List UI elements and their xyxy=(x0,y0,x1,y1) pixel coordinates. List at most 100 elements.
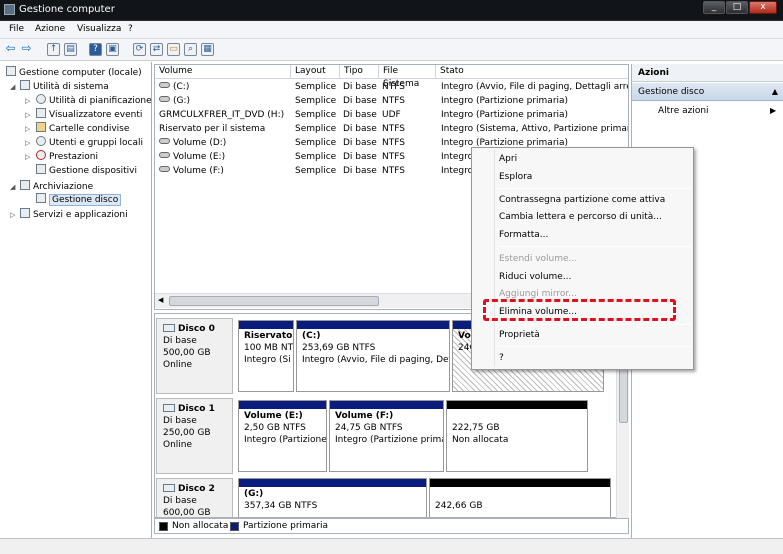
partition-g[interactable]: (G:) 357,34 GB NTFS xyxy=(238,478,427,517)
menu-view[interactable]: Visualizza xyxy=(77,24,121,34)
up-folder-icon[interactable]: ↑ xyxy=(47,43,60,56)
expand-shares-icon[interactable]: ▷ xyxy=(25,125,30,133)
col-status[interactable]: Stato xyxy=(436,65,628,79)
tree-events[interactable]: Visualizzatore eventi xyxy=(36,108,142,120)
tree-services[interactable]: Servizi e applicazioni xyxy=(20,208,128,220)
partition-size: 24,75 GB NTFS xyxy=(335,423,403,433)
expand-utilities-icon[interactable]: ◢ xyxy=(10,83,15,91)
properties-icon[interactable]: ▦ xyxy=(201,43,214,56)
legend-primary-swatch xyxy=(230,522,239,531)
menu-item-mark-active[interactable]: Contrassegna partizione come attiva xyxy=(499,195,665,205)
cell-layout: Semplice xyxy=(295,96,337,106)
context-menu: Apri Esplora Contrassegna partizione com… xyxy=(471,147,694,370)
partition-unallocated-2[interactable]: 242,66 GB xyxy=(429,478,611,517)
partition-name: (G:) xyxy=(244,489,264,499)
menu-item-add-mirror[interactable]: Aggiungi mirror... xyxy=(499,289,577,299)
col-layout[interactable]: Layout xyxy=(291,65,340,79)
cell-layout: Semplice xyxy=(295,138,337,148)
refresh-icon[interactable]: ⟳ xyxy=(133,43,146,56)
disk-icon xyxy=(163,324,175,332)
help-icon[interactable]: ? xyxy=(89,43,102,56)
expand-events-icon[interactable]: ▷ xyxy=(25,111,30,119)
window-title: Gestione computer xyxy=(19,4,115,15)
expand-storage-icon[interactable]: ◢ xyxy=(10,183,15,191)
cell-filesystem: NTFS xyxy=(382,138,405,148)
disk-size: 600,00 GB xyxy=(163,508,211,518)
disk-0-label[interactable]: Disco 0 Di base 500,00 GB Online xyxy=(156,318,233,394)
tree-shares-label: Cartelle condivise xyxy=(49,124,130,134)
tree-utilities[interactable]: Utilità di sistema xyxy=(20,80,109,92)
open-folder-icon[interactable]: ▭ xyxy=(167,43,180,56)
forward-icon[interactable]: ⇨ xyxy=(20,42,33,56)
menu-item-format[interactable]: Formatta... xyxy=(499,230,548,240)
tree-storage[interactable]: Archiviazione xyxy=(20,180,93,192)
connect-icon[interactable]: ⇄ xyxy=(150,43,163,56)
disk-icon xyxy=(163,404,175,412)
close-button[interactable]: x xyxy=(749,1,777,14)
expand-users-icon[interactable]: ▷ xyxy=(25,139,30,147)
primary-partition-bar xyxy=(330,401,443,409)
cell-volume: Volume (F:) xyxy=(173,166,224,176)
disk-status: Online xyxy=(163,360,193,370)
partition-unallocated-1[interactable]: 222,75 GB Non allocata xyxy=(446,400,588,472)
menu-item-change-letter[interactable]: Cambia lettera e percorso di unità... xyxy=(499,212,662,222)
col-filesystem[interactable]: File Sistema xyxy=(379,65,436,89)
legend-unallocated-label: Non allocata xyxy=(172,521,229,531)
shared-folder-icon xyxy=(36,122,46,132)
chevron-right-icon[interactable]: ▶ xyxy=(770,106,776,115)
tree-disk-management[interactable]: Gestione disco xyxy=(36,193,122,206)
expand-services-icon[interactable]: ▷ xyxy=(10,211,15,219)
partition-status: Integro (Partizione xyxy=(244,435,327,445)
clock-icon xyxy=(36,94,46,104)
console-icon[interactable]: ▣ xyxy=(106,43,119,56)
menu-action[interactable]: Azione xyxy=(35,24,65,34)
tree-shares[interactable]: Cartelle condivise xyxy=(36,122,129,134)
disk-1-label[interactable]: Disco 1 Di base 250,00 GB Online xyxy=(156,398,233,474)
menu-item-extend[interactable]: Estendi volume... xyxy=(499,254,577,264)
actions-section-disk-management[interactable]: Gestione disco ▲ xyxy=(632,83,783,101)
tree-root[interactable]: Gestione computer (locale) xyxy=(6,66,142,78)
menu-item-properties[interactable]: Proprietà xyxy=(499,330,540,340)
menu-item-help[interactable]: ? xyxy=(499,353,504,363)
partition-e[interactable]: Volume (E:) 2,50 GB NTFS Integro (Partizio… xyxy=(238,400,327,472)
expand-scheduler-icon[interactable]: ▷ xyxy=(25,97,30,105)
menu-file[interactable]: File xyxy=(9,24,24,34)
tree-scheduler[interactable]: Utilità di pianificazione xyxy=(36,94,152,106)
disk-name: Disco 2 xyxy=(178,484,215,494)
partition-f[interactable]: Volume (F:) 24,75 GB NTFS Integro (Partizi… xyxy=(329,400,444,472)
collapse-up-icon[interactable]: ▲ xyxy=(772,87,778,96)
show-tree-icon[interactable]: ▤ xyxy=(64,43,77,56)
legend-unallocated-swatch xyxy=(159,522,168,531)
menu-item-open[interactable]: Apri xyxy=(499,154,517,164)
menu-item-shrink[interactable]: Riduci volume... xyxy=(499,272,571,282)
menu-help[interactable]: ? xyxy=(128,24,133,34)
disk-type: Di base xyxy=(163,496,197,506)
minimize-button[interactable]: _ xyxy=(703,1,725,14)
partition-status: Integro (Partizione prima xyxy=(335,435,444,445)
back-icon[interactable]: ⇦ xyxy=(4,42,17,56)
search-icon[interactable]: ⌕ xyxy=(184,43,197,56)
col-volume[interactable]: Volume xyxy=(155,65,291,79)
col-type[interactable]: Tipo xyxy=(340,65,379,79)
scroll-left-icon[interactable]: ◀ xyxy=(158,296,163,304)
cell-layout: Semplice xyxy=(295,82,337,92)
disk-status: Online xyxy=(163,440,193,450)
disk-2-label[interactable]: Disco 2 Di base 600,00 GB xyxy=(156,478,233,518)
menu-item-explore[interactable]: Esplora xyxy=(499,172,532,182)
partition-size: 357,34 GB NTFS xyxy=(244,501,318,511)
tree-users[interactable]: Utenti e gruppi locali xyxy=(36,136,143,148)
tree-device-manager[interactable]: Gestione dispositivi xyxy=(36,164,137,176)
cell-volume: Volume (D:) xyxy=(173,138,227,148)
scrollbar-thumb[interactable] xyxy=(169,296,379,306)
services-icon xyxy=(20,208,30,218)
expand-perf-icon[interactable]: ▷ xyxy=(25,153,30,161)
partition-c[interactable]: (C:) 253,69 GB NTFS Integro (Avvio, File d… xyxy=(296,320,450,392)
cell-volume: Riservato per il sistema xyxy=(159,124,266,134)
partition-name: Volume (E:) xyxy=(244,411,303,421)
cell-filesystem: NTFS xyxy=(382,82,405,92)
partition-reserved[interactable]: Riservato 100 MB NTI Integro (Si xyxy=(238,320,294,392)
event-viewer-icon xyxy=(36,108,46,118)
tree-performance[interactable]: Prestazioni xyxy=(36,150,98,162)
actions-more[interactable]: Altre azioni xyxy=(658,106,709,116)
maximize-button[interactable]: □ xyxy=(726,1,748,14)
